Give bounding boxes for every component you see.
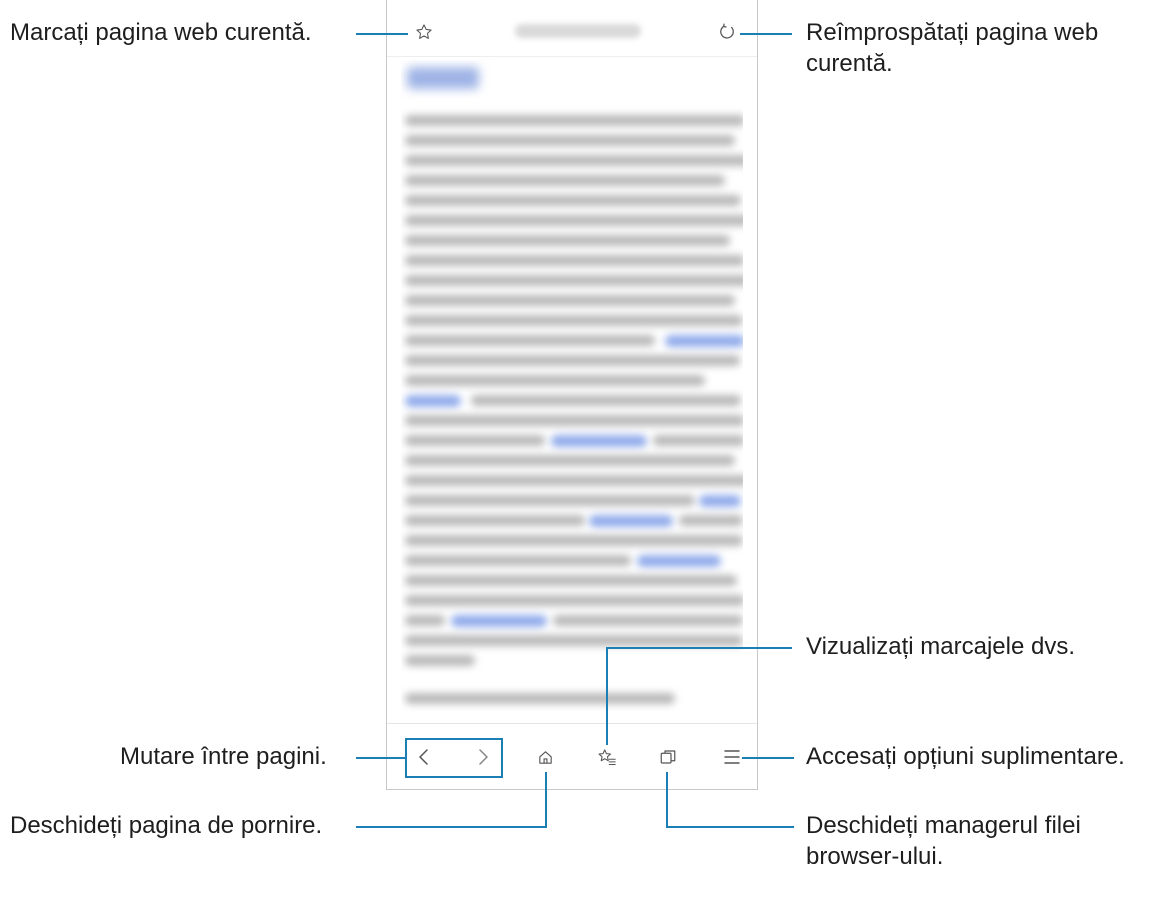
callout-line-bookmark [356,33,408,35]
callout-line-view-bookmarks-vertical [606,647,608,745]
label-move-pages: Mutare între pagini. [120,743,327,770]
home-icon[interactable] [534,746,556,768]
star-list-icon[interactable] [595,746,619,768]
menu-icon[interactable] [721,746,743,768]
url-bar[interactable] [515,24,641,38]
callout-line-home [356,826,547,828]
refresh-icon[interactable] [715,20,739,44]
label-more-options: Accesați opțiuni suplimentare. [806,743,1125,770]
callout-line-refresh [740,33,792,35]
bookmark-star-icon[interactable] [413,21,435,43]
label-refresh: Reîmprospătați pagina web curentă. [806,17,1098,79]
callout-line-home-vertical [545,772,547,827]
label-open-home: Deschideți pagina de pornire. [10,812,323,839]
callout-line-tabs-vertical [666,772,668,827]
label-refresh-line2: curentă. [806,50,893,77]
label-view-bookmarks: Vizualizați marcajele dvs. [806,633,1076,660]
label-bookmark-current: Marcați pagina web curentă. [10,19,312,46]
browser-screen [386,0,758,790]
label-tab-manager-line2: browser-ului. [806,843,944,870]
callout-line-more-options [742,757,794,759]
tabs-icon[interactable] [657,746,679,768]
callout-line-tabs [666,826,794,828]
callout-bracket-navigation [405,738,503,778]
label-tab-manager: Deschideți managerul filei browser-ului. [806,810,1081,872]
blurred-web-content [401,60,743,720]
callout-line-navigation [356,757,406,759]
blurred-heading [407,67,479,89]
label-refresh-line1: Reîmprospătați pagina web [806,19,1099,46]
callout-line-view-bookmarks [607,647,792,649]
label-tab-manager-line1: Deschideți managerul filei [806,812,1081,839]
browser-top-bar [387,0,757,57]
